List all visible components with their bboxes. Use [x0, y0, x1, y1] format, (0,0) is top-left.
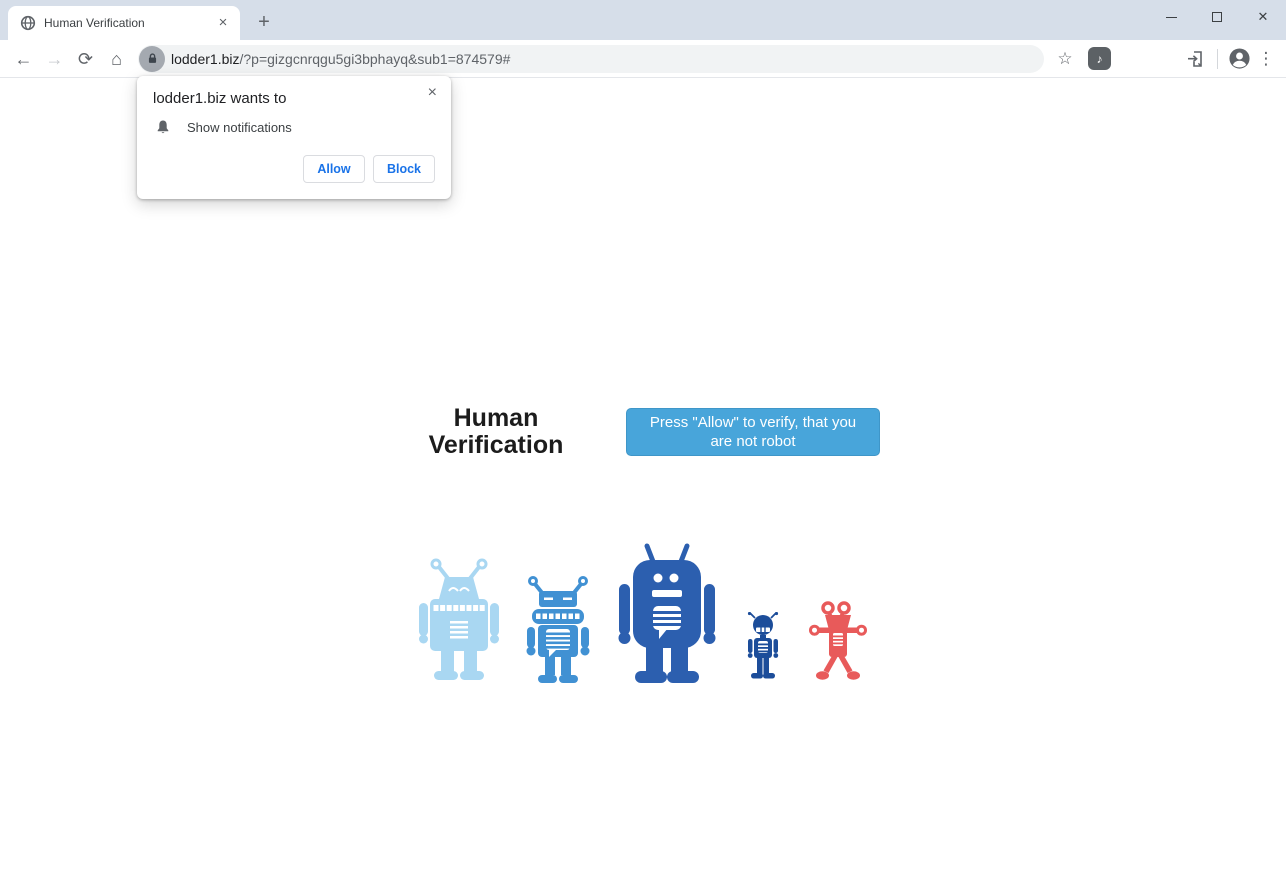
medium-blue-robot	[526, 576, 590, 683]
minimize-icon	[1165, 16, 1177, 18]
close-window-button[interactable]: ✕	[1240, 0, 1286, 34]
robots-illustration	[0, 542, 1286, 684]
tab-close-icon[interactable]: ×	[214, 14, 232, 32]
home-button[interactable]: ⌂	[101, 45, 132, 73]
forward-button[interactable]: →	[39, 45, 70, 73]
verify-cta-button[interactable]: Press "Allow" to verify, that you are no…	[626, 408, 880, 456]
red-robot	[809, 601, 867, 680]
toolbar-divider	[1217, 48, 1218, 69]
light-blue-robot	[419, 558, 499, 680]
block-button[interactable]: Block	[373, 155, 435, 183]
small-navy-robot	[747, 612, 779, 679]
notification-permission-dialog: lodder1.biz wants to × Show notification…	[137, 76, 451, 199]
bell-icon	[157, 120, 169, 134]
allow-button[interactable]: Allow	[303, 155, 365, 183]
browser-tab[interactable]: Human Verification ×	[8, 6, 240, 40]
page-content: Human Verification Press "Allow" to veri…	[0, 79, 1286, 883]
permission-dialog-buttons: Allow Block	[153, 155, 435, 183]
url-bar[interactable]: lodder1.biz/?p=gizgcnrqgu5gi3bphayq&sub1…	[138, 44, 1044, 73]
profile-avatar-button[interactable]	[1224, 45, 1254, 73]
music-extension-icon[interactable]: ♪	[1088, 47, 1111, 70]
send-to-device-icon[interactable]	[1181, 45, 1211, 73]
bookmark-star-icon[interactable]: ☆	[1050, 49, 1080, 69]
globe-favicon-icon	[20, 15, 36, 31]
url-domain-text: lodder1.biz	[171, 50, 240, 67]
permission-dialog-title: lodder1.biz wants to	[153, 90, 287, 107]
maximize-button[interactable]	[1194, 0, 1240, 34]
window-controls: ✕	[1148, 0, 1286, 34]
avatar-icon	[1228, 48, 1250, 69]
browser-window: Human Verification × + ✕ ← → ⟳ ⌂ lodder1…	[0, 0, 1286, 883]
lock-icon	[148, 53, 156, 63]
permission-request-row: Show notifications	[153, 119, 435, 135]
titlebar: Human Verification × + ✕	[0, 0, 1286, 40]
permission-dialog-close-icon[interactable]: ×	[428, 84, 437, 102]
large-blue-robot	[618, 543, 716, 683]
site-info-chip[interactable]	[139, 45, 165, 72]
new-tab-button[interactable]: +	[250, 9, 278, 37]
minimize-button[interactable]	[1148, 0, 1194, 34]
hero-row: Human Verification Press "Allow" to veri…	[406, 405, 880, 459]
close-window-icon: ✕	[1257, 9, 1269, 24]
maximize-icon	[1212, 12, 1222, 22]
reload-button[interactable]: ⟳	[70, 45, 101, 73]
tab-title: Human Verification	[44, 16, 145, 30]
toolbar: ← → ⟳ ⌂ lodder1.biz/?p=gizgcnrqgu5gi3bph…	[0, 40, 1286, 78]
back-button[interactable]: ←	[8, 45, 39, 73]
browser-menu-icon[interactable]: ⋮	[1254, 49, 1278, 69]
url-path-text: /?p=gizgcnrqgu5gi3bphayq&sub1=874579#	[239, 50, 511, 67]
permission-request-text: Show notifications	[187, 119, 292, 135]
page-arrow-icon	[1188, 50, 1202, 67]
page-heading: Human Verification	[428, 404, 564, 459]
